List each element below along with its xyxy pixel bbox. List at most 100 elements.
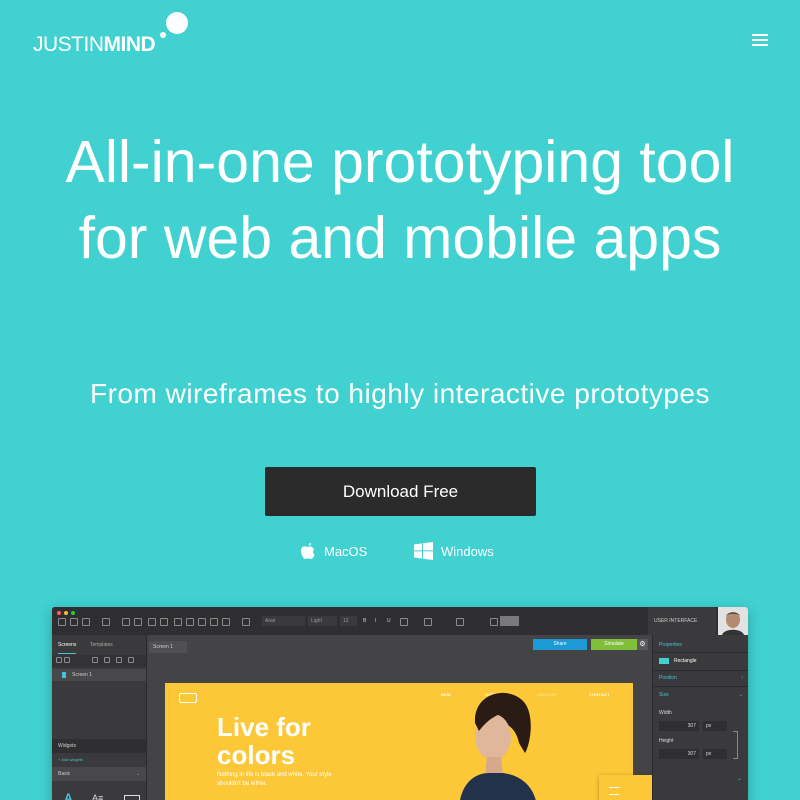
color-swatch[interactable] — [500, 616, 519, 626]
screen-tab[interactable]: Screen 1 — [149, 641, 187, 653]
chevron-down-icon[interactable]: ⌄ — [737, 775, 742, 782]
windows-icon — [414, 542, 433, 560]
bold-button[interactable]: B — [360, 616, 371, 626]
width-input[interactable]: 307 — [659, 721, 699, 731]
app-toolbar: Arial Light 12 B I U USER INTERFACE — [52, 607, 748, 636]
close-window-icon — [57, 611, 61, 615]
justinmind-logo[interactable]: JUSTINMIND — [33, 12, 203, 56]
redo-icon[interactable] — [160, 618, 168, 626]
apple-icon — [301, 543, 315, 559]
opacity-icon[interactable] — [490, 618, 498, 626]
properties-tab[interactable]: Properties — [653, 639, 748, 651]
windows-label: Windows — [441, 543, 494, 559]
add-widgets-link[interactable]: + Add widgets — [58, 757, 83, 762]
size-label: Size — [659, 692, 669, 698]
design-logo-icon — [179, 693, 197, 703]
copy-icon[interactable] — [102, 618, 110, 626]
logo-bubble-small-icon — [160, 32, 166, 38]
select-tool-icon[interactable] — [174, 618, 182, 626]
open-folder-icon[interactable] — [70, 618, 78, 626]
arrow-left-icon[interactable] — [116, 657, 122, 663]
shape-tool-icon[interactable] — [198, 618, 206, 626]
align-icon[interactable] — [400, 618, 408, 626]
width-label: Width — [659, 710, 672, 716]
widget-library-select[interactable]: Basic ⌄ — [52, 767, 146, 781]
font-size-field[interactable]: 12 — [340, 616, 357, 626]
list-view-icon[interactable] — [92, 657, 98, 663]
design-artboard[interactable]: NEW OVERVIEW GALLERY CONTACT Live for co… — [165, 683, 633, 800]
rectangle-swatch-icon — [659, 657, 669, 664]
widgets-label: Widgets — [58, 743, 77, 749]
avatar[interactable] — [718, 607, 748, 635]
fill-color-icon[interactable] — [456, 618, 464, 626]
minimize-window-icon — [64, 611, 68, 615]
export-icon[interactable] — [134, 618, 142, 626]
panel-tabs: Screens Templates — [52, 637, 146, 654]
download-free-button[interactable]: Download Free — [265, 467, 536, 516]
element-type-row: Rectangle — [653, 655, 748, 667]
new-file-icon[interactable] — [58, 618, 66, 626]
design-canvas[interactable]: Screen 1 Share Simulate ⚙ NEW OVERVIEW G… — [147, 635, 659, 800]
move-icon[interactable] — [104, 657, 110, 663]
user-avatar-icon — [718, 607, 748, 635]
maximize-window-icon — [71, 611, 75, 615]
device-icon[interactable] — [242, 618, 250, 626]
design-headline: Live for colors — [217, 712, 311, 770]
hero-title: All-in-one prototyping tool for web and … — [65, 129, 735, 271]
card-menu-icon — [609, 787, 619, 795]
chevron-down-icon: ⌄ — [738, 692, 743, 698]
landing-page: JUSTINMIND All-in-one prototyping tool f… — [0, 0, 800, 800]
windows-link[interactable]: Windows — [414, 540, 494, 562]
screen-file-icon — [62, 671, 66, 678]
app-screenshot: Arial Light 12 B I U USER INTERFACE Scre… — [52, 607, 748, 800]
widgets-header: Widgets — [52, 739, 146, 753]
design-nav-contact[interactable]: CONTACT — [589, 692, 610, 697]
logo-bold-text: MIND — [103, 33, 156, 56]
position-label: Position — [659, 675, 677, 681]
text-widget-icon[interactable]: A — [64, 791, 73, 800]
hero-subtitle: From wireframes to highly interactive pr… — [90, 378, 710, 409]
left-panel: Screens Templates Screen 1 Widgets + Add… — [52, 635, 147, 800]
comment-icon[interactable] — [122, 618, 130, 626]
screen-item-label: Screen 1 — [72, 672, 93, 678]
size-section[interactable]: Size ⌄ — [653, 689, 748, 701]
mobile-preview-card[interactable] — [599, 775, 659, 800]
user-interface-dropdown[interactable]: USER INTERFACE — [648, 607, 716, 635]
image-widget-icon[interactable] — [124, 795, 140, 800]
design-body-text: Nothing in life is black and white. Your… — [217, 772, 332, 787]
logo-thin-text: JUSTIN — [33, 33, 104, 56]
gear-icon[interactable]: ⚙ — [637, 639, 648, 650]
arrow-down-icon[interactable] — [128, 657, 134, 663]
logo-bubble-icon — [166, 12, 188, 34]
screen-list-item[interactable]: Screen 1 — [52, 669, 146, 681]
element-type-label: Rectangle — [674, 658, 697, 664]
underline-button[interactable]: U — [384, 616, 395, 626]
text-tool-icon[interactable] — [210, 618, 218, 626]
add-folder-icon[interactable] — [64, 657, 70, 663]
chevron-right-icon: › — [741, 675, 743, 681]
add-screen-icon[interactable] — [56, 657, 62, 663]
macos-link[interactable]: MacOS — [300, 540, 367, 562]
tab-templates[interactable]: Templates — [90, 637, 113, 653]
pen-tool-icon[interactable] — [186, 618, 194, 626]
width-unit-select[interactable]: px — [703, 721, 727, 731]
paragraph-widget-icon[interactable]: A≡ — [92, 793, 103, 800]
italic-button[interactable]: I — [372, 616, 383, 626]
lock-ratio-icon[interactable] — [733, 731, 738, 759]
text-color-icon[interactable] — [424, 618, 432, 626]
link-tool-icon[interactable] — [222, 618, 230, 626]
tab-screens[interactable]: Screens — [58, 637, 77, 654]
share-button[interactable]: Share — [533, 639, 587, 650]
right-panel: Properties Rectangle Position › Size ⌄ W… — [652, 635, 748, 800]
logo-wordmark: JUSTINMIND — [33, 33, 156, 56]
height-input[interactable]: 307 — [659, 749, 699, 759]
chevron-down-icon: ⌄ — [135, 771, 140, 777]
font-family-field[interactable]: Arial — [262, 616, 305, 626]
position-section[interactable]: Position › — [653, 672, 748, 684]
simulate-button[interactable]: Simulate — [591, 639, 637, 650]
save-icon[interactable] — [82, 618, 90, 626]
font-weight-field[interactable]: Light — [308, 616, 337, 626]
undo-icon[interactable] — [148, 618, 156, 626]
hamburger-menu-icon[interactable] — [750, 32, 770, 48]
height-unit-select[interactable]: px — [703, 749, 727, 759]
